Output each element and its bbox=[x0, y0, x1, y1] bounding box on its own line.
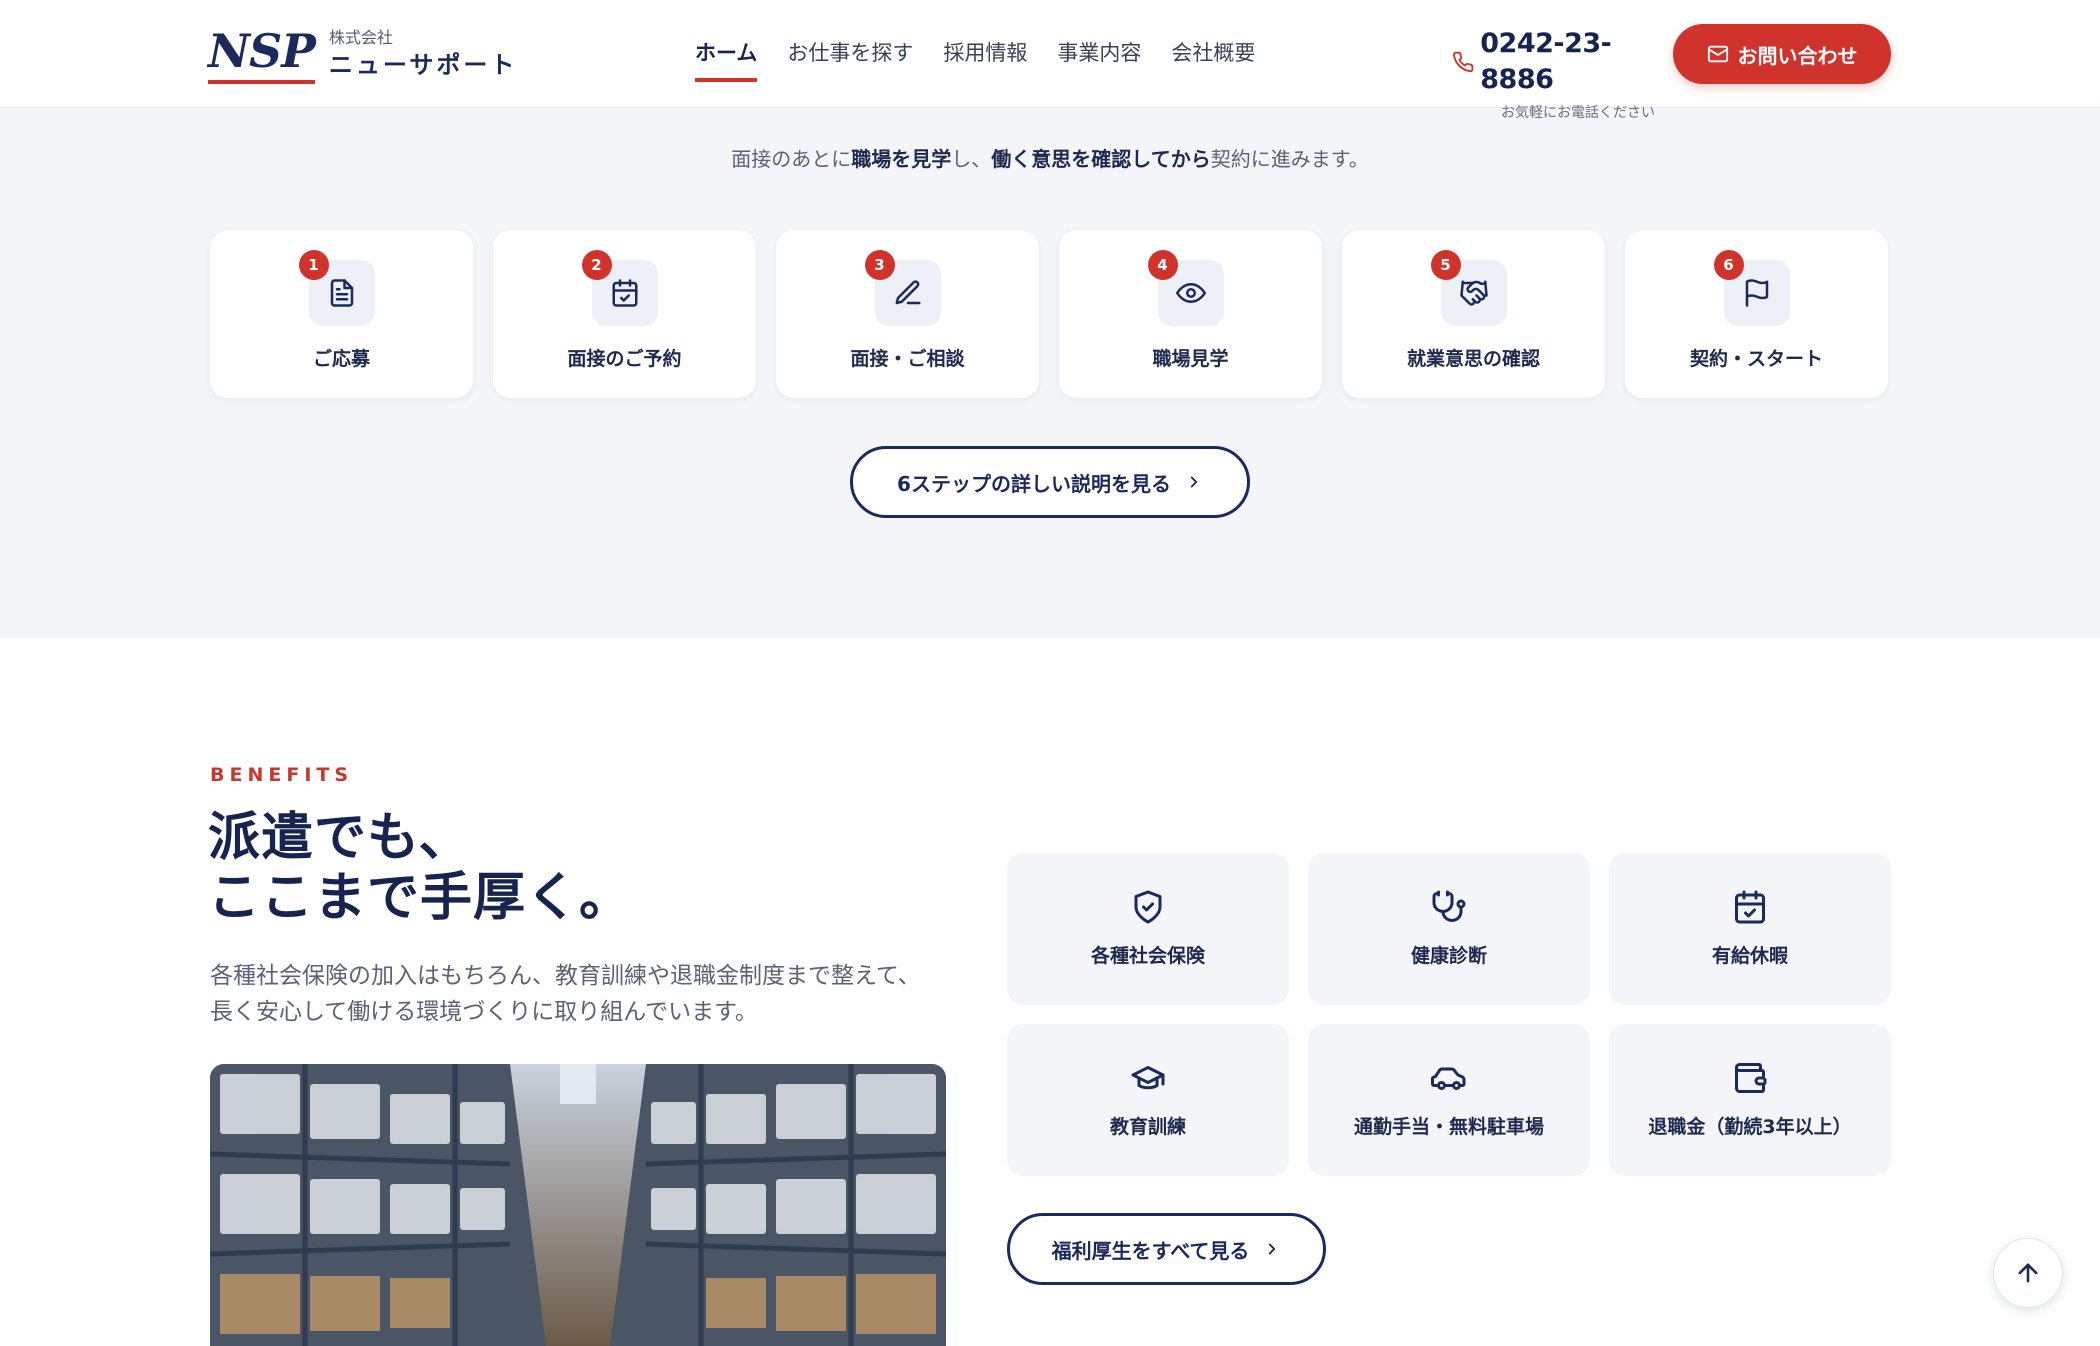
benefit-label: 有給休暇 bbox=[1711, 945, 1788, 967]
step-number: 5 bbox=[1430, 250, 1461, 280]
step-label: 面接のご予約 bbox=[567, 348, 682, 370]
nav-company[interactable]: 会社概要 bbox=[1171, 38, 1255, 82]
benefits-title-line2: ここまで手厚く。 bbox=[208, 868, 633, 928]
benefit-label: 健康診断 bbox=[1410, 945, 1487, 967]
calendar-check-icon bbox=[1735, 890, 1765, 924]
step-number: 6 bbox=[1713, 250, 1744, 280]
benefit-commute[interactable]: 通勤手当・無料駐車場 bbox=[1308, 1024, 1590, 1176]
benefit-label: 退職金（勤続3年以上） bbox=[1648, 1116, 1852, 1138]
step-label: 契約・スタート bbox=[1689, 348, 1823, 370]
nav-find-jobs[interactable]: お仕事を探す bbox=[787, 38, 913, 82]
benefit-education[interactable]: 教育訓練 bbox=[1007, 1024, 1289, 1176]
warehouse-photo bbox=[210, 1064, 946, 1346]
step-label: 職場見学 bbox=[1152, 348, 1229, 370]
graduation-cap-icon bbox=[1131, 1066, 1165, 1090]
benefits-eyebrow: BENEFITS bbox=[210, 764, 354, 786]
shield-check-icon bbox=[1134, 890, 1162, 924]
arrow-up-icon bbox=[2018, 1263, 2038, 1283]
calendar-check-icon bbox=[612, 279, 637, 307]
step-card-workplace-visit[interactable]: 4 職場見学 bbox=[1059, 230, 1322, 398]
company-logo[interactable]: NSP 株式会社 ニューサポート bbox=[208, 24, 517, 84]
stethoscope-icon bbox=[1432, 890, 1466, 922]
phone-row: 0242-23-8886 bbox=[1452, 26, 1655, 98]
step-number: 3 bbox=[864, 250, 895, 280]
benefit-grid: 各種社会保険 健康診断 有給休暇 教育訓練 通勤手当・無料駐車場 退職金（勤続3… bbox=[1007, 853, 1891, 1176]
chevron-right-icon bbox=[1269, 1243, 1276, 1255]
benefit-social-insurance[interactable]: 各種社会保険 bbox=[1007, 853, 1289, 1005]
nav-recruitment[interactable]: 採用情報 bbox=[943, 38, 1027, 82]
phone-number: 0242-23-8886 bbox=[1480, 28, 1612, 95]
pen-icon bbox=[895, 280, 920, 305]
steps-list: 1 ご応募 2 面接のご予約 3 面接・ご相談 4 職場見学 5 就業意思の確認… bbox=[210, 230, 1888, 398]
document-icon bbox=[330, 279, 353, 307]
site-header: NSP 株式会社 ニューサポート ホーム お仕事を探す 採用情報 事業内容 会社… bbox=[0, 0, 2100, 121]
contact-button-label: お問い合わせ bbox=[1737, 43, 1858, 68]
benefit-label: 各種社会保険 bbox=[1090, 945, 1205, 967]
benefits-description: 各種社会保険の加入はもちろん、教育訓練や退職金制度まで整えて、 長く安心して働け… bbox=[210, 963, 921, 1025]
steps-detail-button-label: 6ステップの詳しい説明を見る bbox=[897, 471, 1171, 496]
benefits-all-button-label: 福利厚生をすべて見る bbox=[1051, 1238, 1250, 1263]
steps-section: 面接のあとに職場を見学し、働く意思を確認してから契約に進みます。 1 ご応募 2… bbox=[0, 108, 2100, 638]
contact-button[interactable]: お問い合わせ bbox=[1673, 24, 1891, 84]
car-icon bbox=[1431, 1067, 1466, 1090]
phone-icon bbox=[1453, 51, 1474, 73]
benefits-all-button[interactable]: 福利厚生をすべて見る bbox=[1007, 1213, 1326, 1285]
benefits-title: 派遣でも、 ここまで手厚く。 bbox=[208, 808, 632, 928]
phone-block[interactable]: 0242-23-8886 お気軽にお電話ください bbox=[1452, 26, 1655, 122]
benefit-label: 教育訓練 bbox=[1109, 1116, 1186, 1138]
step-card-intent-confirm[interactable]: 5 就業意思の確認 bbox=[1342, 230, 1605, 398]
logo-text: 株式会社 ニューサポート bbox=[329, 28, 518, 82]
chevron-right-icon bbox=[1190, 476, 1198, 488]
step-label: 面接・ご相談 bbox=[850, 348, 965, 370]
step-label: ご応募 bbox=[312, 348, 370, 370]
benefit-health-check[interactable]: 健康診断 bbox=[1308, 853, 1590, 1005]
step-number: 2 bbox=[581, 250, 612, 280]
scroll-to-top-button[interactable] bbox=[1993, 1238, 2063, 1308]
steps-detail-button[interactable]: 6ステップの詳しい説明を見る bbox=[850, 446, 1250, 518]
step-number: 1 bbox=[298, 250, 329, 280]
step-label: 就業意思の確認 bbox=[1406, 348, 1540, 370]
benefit-retirement[interactable]: 退職金（勤続3年以上） bbox=[1609, 1024, 1891, 1176]
nav-business[interactable]: 事業内容 bbox=[1057, 38, 1141, 82]
warehouse-illustration bbox=[210, 1064, 946, 1346]
nav-home[interactable]: ホーム bbox=[695, 38, 758, 82]
handshake-icon bbox=[1459, 280, 1488, 306]
flag-icon bbox=[1745, 279, 1768, 307]
benefit-paid-leave[interactable]: 有給休暇 bbox=[1609, 853, 1891, 1005]
steps-intro: 面接のあとに職場を見学し、働く意思を確認してから契約に進みます。 bbox=[731, 147, 1369, 171]
phone-note: お気軽にお電話ください bbox=[1501, 105, 1655, 121]
step-number: 4 bbox=[1147, 250, 1178, 280]
benefit-label: 通勤手当・無料駐車場 bbox=[1353, 1116, 1544, 1138]
benefits-title-line1: 派遣でも、 bbox=[208, 808, 472, 868]
logo-company-type: 株式会社 bbox=[328, 28, 393, 47]
step-card-contract-start[interactable]: 6 契約・スタート bbox=[1625, 230, 1888, 398]
main-nav: ホーム お仕事を探す 採用情報 事業内容 会社概要 bbox=[695, 38, 1285, 82]
wallet-icon bbox=[1735, 1063, 1767, 1093]
logo-company-name: ニューサポート bbox=[328, 51, 518, 79]
mail-icon bbox=[1707, 45, 1728, 63]
logo-mark: NSP bbox=[208, 24, 316, 84]
eye-icon bbox=[1175, 283, 1206, 303]
step-card-interview-booking[interactable]: 2 面接のご予約 bbox=[493, 230, 756, 398]
step-card-apply[interactable]: 1 ご応募 bbox=[210, 230, 473, 398]
step-card-interview[interactable]: 3 面接・ご相談 bbox=[776, 230, 1039, 398]
